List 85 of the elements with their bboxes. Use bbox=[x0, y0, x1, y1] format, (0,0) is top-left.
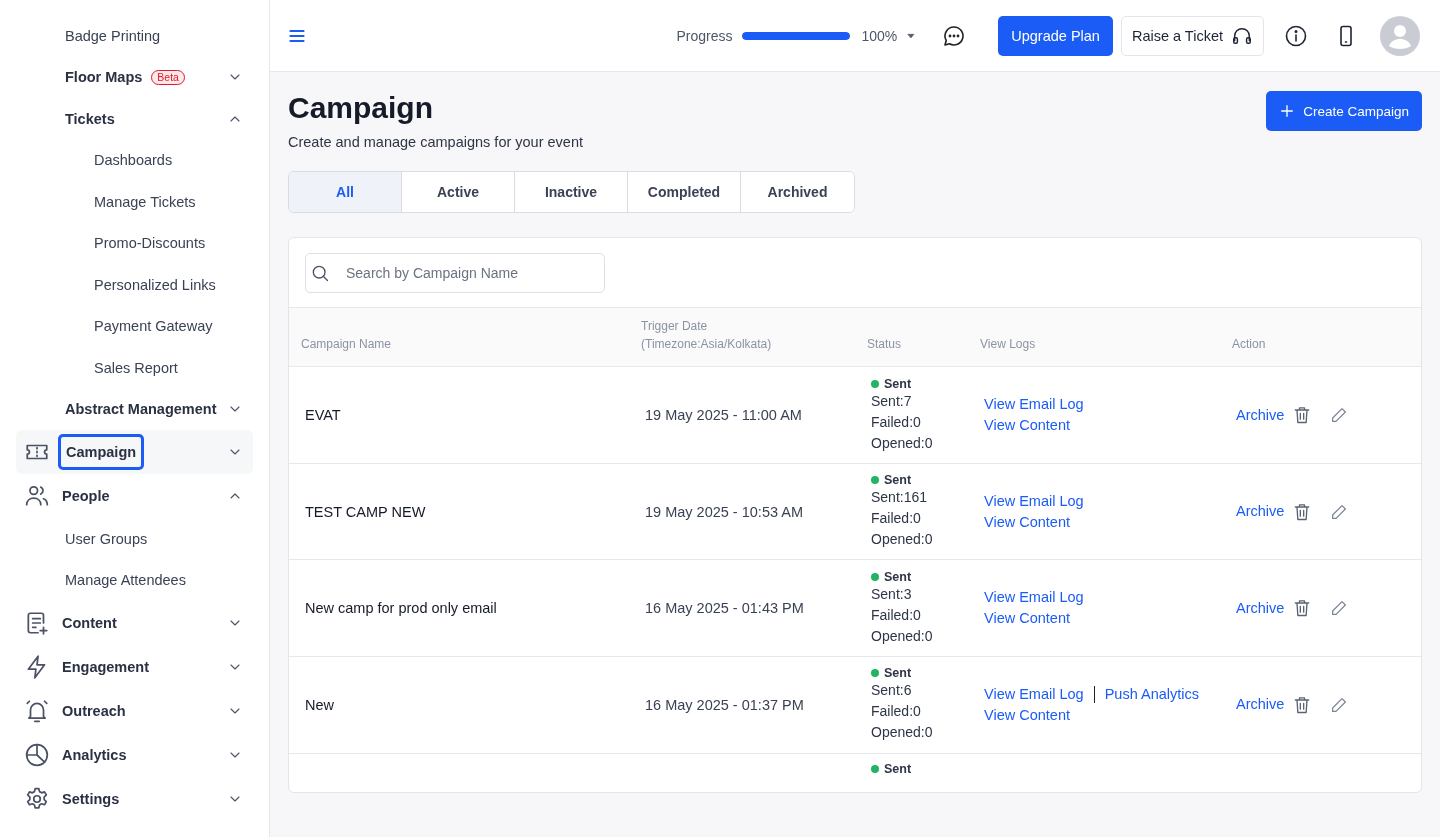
trigger-date: 16 May 2025 - 01:43 PM bbox=[645, 600, 804, 617]
raise-ticket-button[interactable]: Raise a Ticket bbox=[1120, 15, 1264, 56]
sidebar-item[interactable]: Outreach bbox=[62, 703, 126, 719]
count-text: Failed:0 bbox=[871, 702, 922, 722]
trigger-date: 19 May 2025 - 10:53 AM bbox=[645, 503, 803, 520]
status-label: Sent bbox=[884, 569, 912, 584]
search-field[interactable]: Search by Campaign Name bbox=[305, 253, 605, 293]
count-text: Sent:3 bbox=[871, 584, 913, 604]
count-text: Opened:0 bbox=[871, 433, 934, 453]
info-icon[interactable] bbox=[1284, 23, 1308, 48]
view-content-link[interactable]: View Content bbox=[984, 608, 1232, 630]
view-email-log-link[interactable]: View Email Log bbox=[984, 394, 1084, 416]
document-plus-icon bbox=[24, 610, 50, 636]
pencil-icon[interactable] bbox=[1330, 695, 1349, 714]
sidebar-item[interactable]: Settings bbox=[62, 791, 120, 807]
status-label: Sent bbox=[884, 666, 912, 681]
archive-link[interactable]: Archive bbox=[1236, 501, 1285, 523]
sidebar-item[interactable]: Campaign bbox=[58, 434, 145, 470]
view-content-link[interactable]: View Content bbox=[984, 704, 1232, 726]
chat-icon[interactable] bbox=[942, 23, 967, 48]
sidebar-item[interactable]: People bbox=[62, 488, 110, 504]
trigger-date-header: Trigger Date (Timezone:Asia/Kolkata) bbox=[641, 318, 773, 354]
sidebar-item-highlight[interactable]: Campaign bbox=[16, 430, 253, 474]
status-label: Sent bbox=[884, 376, 912, 391]
view-email-log-link[interactable]: View Email Log bbox=[984, 683, 1084, 705]
count-text: Opened:0 bbox=[871, 626, 934, 646]
pencil-icon[interactable] bbox=[1330, 406, 1349, 425]
view-logs-header: View Logs bbox=[980, 336, 1037, 354]
page-title: Campaign bbox=[288, 91, 435, 125]
beta-badge: Beta bbox=[151, 69, 185, 85]
sidebar-item[interactable]: Promo-Discounts bbox=[94, 235, 206, 252]
count-text: Sent:161 bbox=[871, 488, 929, 508]
count-text: Opened:0 bbox=[871, 530, 934, 550]
status-header: Status bbox=[867, 336, 903, 354]
progress-percent: 100% bbox=[861, 27, 898, 44]
pie-chart-icon bbox=[24, 742, 50, 768]
sidebar-item[interactable]: Manage Tickets bbox=[94, 193, 196, 210]
sidebar-item[interactable]: Personalized Links bbox=[94, 276, 216, 293]
sidebar-item[interactable]: Engagement bbox=[62, 659, 149, 675]
status-label: Sent bbox=[884, 761, 912, 776]
count-text: Failed:0 bbox=[871, 412, 922, 432]
action-header: Action bbox=[1232, 336, 1267, 354]
sidebar-item[interactable]: Analytics bbox=[62, 747, 127, 763]
plus-icon bbox=[1279, 103, 1296, 119]
count-text: Sent:7 bbox=[871, 391, 913, 411]
campaign-name: EVAT bbox=[305, 407, 341, 424]
campaign-name: New bbox=[305, 696, 334, 713]
sidebar-item[interactable]: Tickets bbox=[65, 110, 115, 127]
upgrade-plan-button[interactable]: Upgrade Plan bbox=[998, 15, 1113, 56]
sidebar-item[interactable]: Sales Report bbox=[94, 359, 178, 376]
trigger-date: 19 May 2025 - 11:00 AM bbox=[645, 407, 802, 424]
trigger-date: 16 May 2025 - 01:37 PM bbox=[645, 696, 804, 713]
sidebar-item[interactable]: User Groups bbox=[65, 530, 148, 547]
campaign-name: TEST CAMP NEW bbox=[305, 503, 426, 520]
archive-link[interactable]: Archive bbox=[1236, 694, 1285, 716]
count-text: Opened:0 bbox=[871, 723, 934, 743]
campaign-name-header: Campaign Name bbox=[300, 336, 393, 354]
archive-link[interactable]: Archive bbox=[1236, 404, 1285, 426]
filter-tab[interactable]: All bbox=[289, 172, 402, 212]
sidebar-item[interactable]: Dashboards bbox=[94, 152, 173, 169]
sidebar-item[interactable]: Floor Maps bbox=[65, 69, 143, 86]
archive-link[interactable]: Archive bbox=[1236, 597, 1285, 619]
sidebar-item[interactable]: Manage Attendees bbox=[65, 572, 186, 589]
view-content-link[interactable]: View Content bbox=[984, 511, 1232, 533]
sidebar-item[interactable]: Content bbox=[62, 615, 117, 631]
view-email-log-link[interactable]: View Email Log bbox=[984, 490, 1084, 512]
pencil-icon[interactable] bbox=[1330, 502, 1349, 521]
search-icon bbox=[310, 263, 330, 283]
progress-label: Progress bbox=[676, 27, 733, 44]
pencil-icon[interactable] bbox=[1330, 599, 1349, 618]
create-campaign-button[interactable]: Create Campaign bbox=[1266, 91, 1422, 131]
sidebar-item[interactable]: Badge Printing bbox=[65, 27, 161, 44]
campaign-name: New camp for prod only email bbox=[305, 600, 497, 617]
status-label: Sent bbox=[884, 473, 912, 488]
sidebar-item[interactable]: Abstract Management bbox=[65, 401, 217, 418]
count-text: Failed:0 bbox=[871, 509, 922, 529]
view-content-link[interactable]: View Content bbox=[984, 415, 1232, 437]
page-subtitle: Create and manage campaigns for your event bbox=[288, 134, 583, 150]
settings-icon bbox=[24, 786, 50, 812]
count-text: Sent:6 bbox=[871, 681, 913, 701]
bell-icon bbox=[24, 698, 50, 724]
count-text: Failed:0 bbox=[871, 605, 922, 625]
push-analytics-link[interactable]: Push Analytics bbox=[1104, 683, 1199, 705]
view-email-log-link[interactable]: View Email Log bbox=[984, 587, 1084, 609]
sidebar-item[interactable]: Payment Gateway bbox=[94, 318, 213, 335]
